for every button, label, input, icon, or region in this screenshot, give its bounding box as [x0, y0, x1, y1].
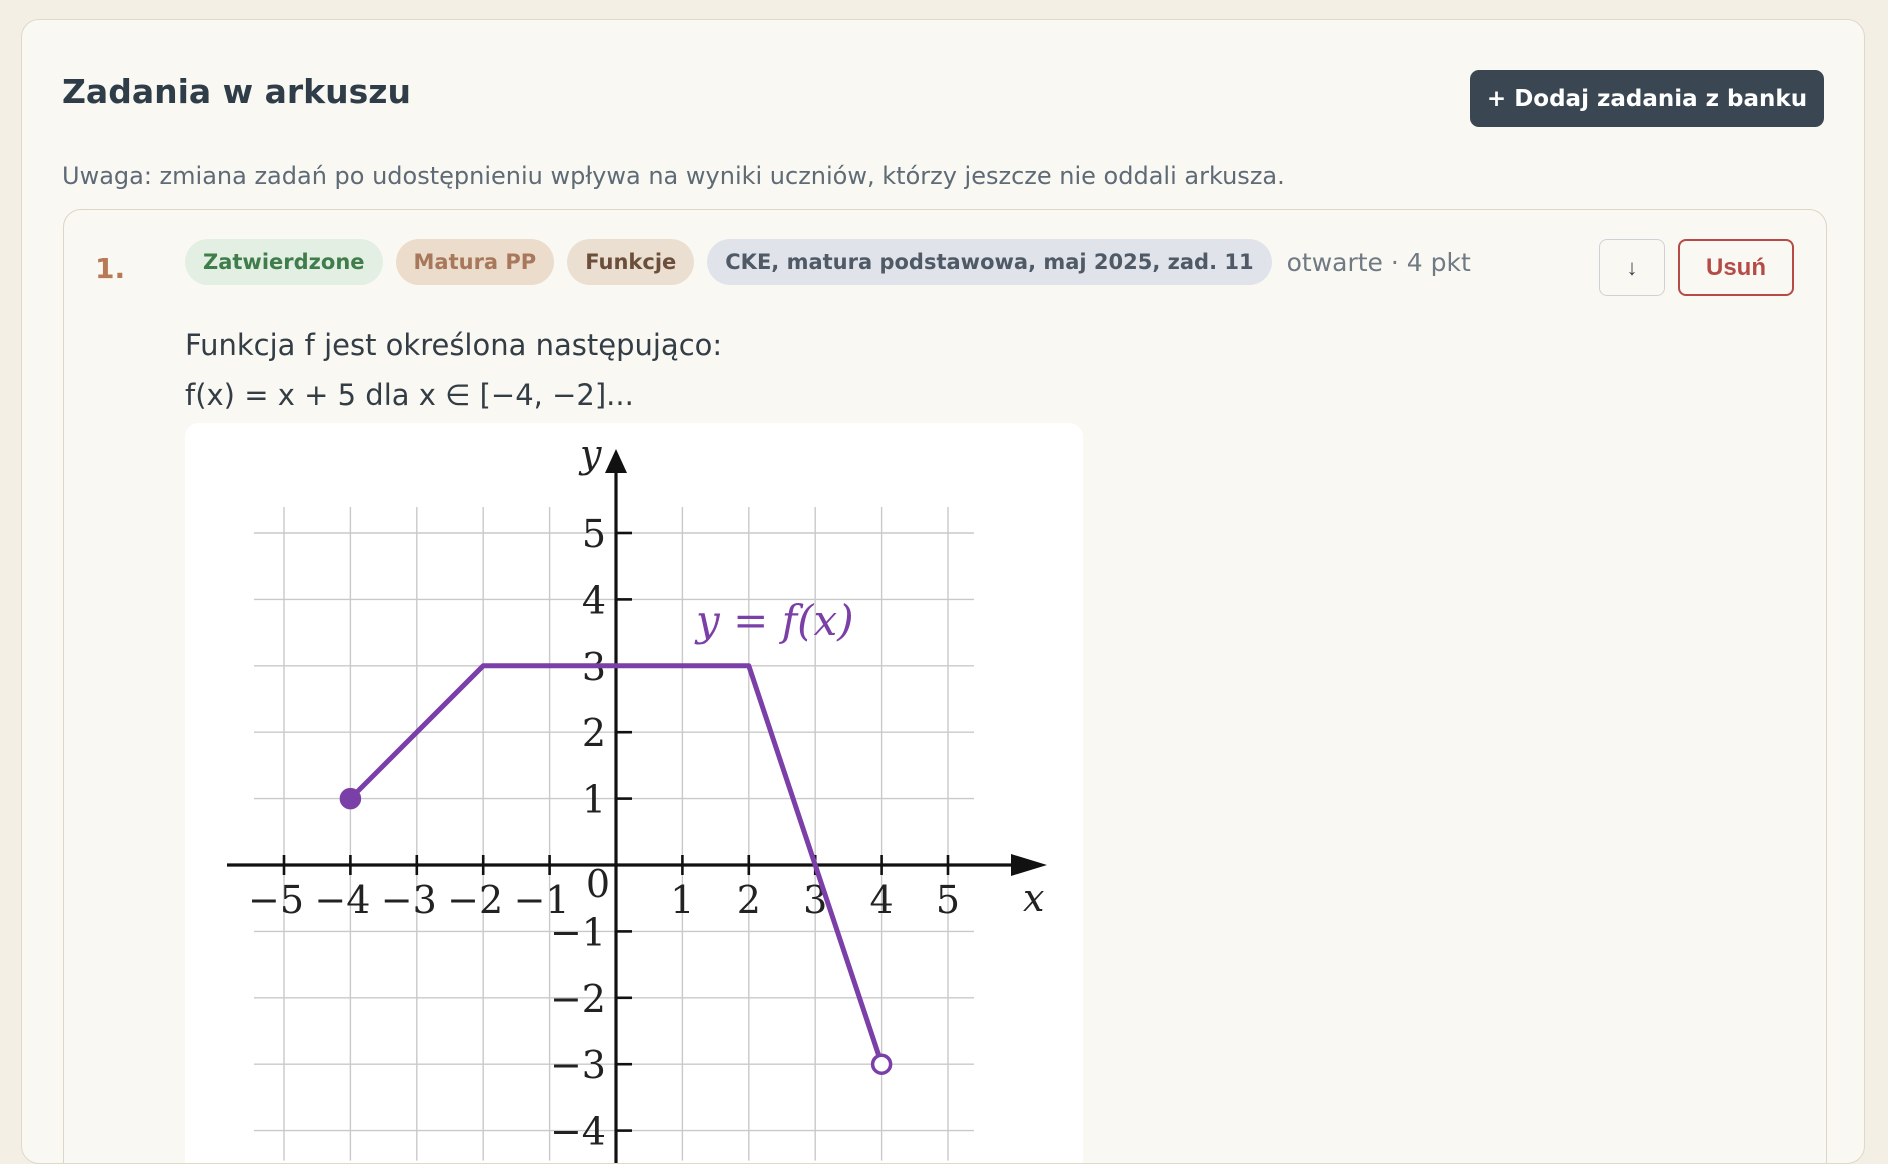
- add-from-bank-button[interactable]: + Dodaj zadania z banku: [1470, 70, 1824, 127]
- y-axis-label: y: [578, 432, 602, 476]
- arrow-down-icon: ↓: [1626, 254, 1638, 280]
- open-endpoint: [870, 1053, 893, 1075]
- question-line-2: f(x) = x + 5 dla x ∈ [−4, −2]...: [185, 378, 634, 412]
- x-tick-label: −5: [248, 878, 304, 922]
- task-meta: otwarte · 4 pkt: [1286, 247, 1471, 277]
- y-tick-label: 1: [582, 778, 606, 822]
- move-down-button[interactable]: ↓: [1599, 239, 1665, 296]
- y-tick-label: −4: [550, 1110, 606, 1154]
- x-axis-arrow: [1011, 854, 1047, 876]
- worksheet-tasks-card: Zadania w arkuszu + Dodaj zadania z bank…: [21, 19, 1865, 1164]
- task-question: Funkcja f jest określona następująco: f(…: [185, 320, 722, 420]
- function-graph-figure: −5 −4 −3 −2 −1 1 2 3 4 5 5 4 3 2 1 −1 −2 −3 −4 0 x y y = f(x): [185, 423, 1083, 1163]
- task-number: 1.: [95, 252, 126, 285]
- x-tick-label: 2: [737, 878, 761, 922]
- y-tick-label: −1: [550, 910, 606, 954]
- section-header: Zadania w arkuszu + Dodaj zadania z bank…: [62, 70, 1824, 130]
- section-title: Zadania w arkuszu: [62, 72, 411, 111]
- x-axis-label: x: [1023, 876, 1044, 920]
- source-tag: CKE, matura podstawowa, maj 2025, zad. 1…: [707, 239, 1272, 285]
- y-tick-label: −3: [550, 1043, 606, 1087]
- x-tick-label: −2: [447, 878, 503, 922]
- y-tick-label: 2: [582, 711, 606, 755]
- task-tags: Zatwierdzone Matura PP Funkcje CKE, matu…: [185, 239, 1471, 285]
- origin-label: 0: [586, 862, 610, 906]
- function-label: y = f(x): [694, 596, 854, 645]
- y-tick-label: 5: [582, 512, 606, 556]
- x-tick-label: 5: [936, 878, 960, 922]
- x-tick-label: −3: [381, 878, 437, 922]
- task-item: 1. Zatwierdzone Matura PP Funkcje CKE, m…: [63, 209, 1827, 1163]
- x-tick-label: 1: [670, 878, 694, 922]
- warning-note: Uwaga: zmiana zadań po udostępnieniu wpł…: [62, 162, 1285, 190]
- topic-tag: Funkcje: [567, 239, 695, 285]
- question-line-1: Funkcja f jest określona następująco:: [185, 328, 723, 362]
- y-tick-label: 4: [582, 578, 606, 622]
- x-tick-label: −4: [314, 878, 370, 922]
- closed-endpoint: [339, 787, 362, 810]
- x-tick-label: 4: [870, 878, 894, 922]
- y-axis-arrow: [605, 449, 627, 473]
- function-graph: −5 −4 −3 −2 −1 1 2 3 4 554321−1−2−3−40 xyy = f(x): [227, 432, 1047, 1163]
- y-tick-label: −2: [550, 977, 606, 1021]
- exam-tag: Matura PP: [395, 239, 555, 285]
- status-badge: Zatwierdzone: [185, 239, 383, 285]
- delete-task-button[interactable]: Usuń: [1678, 239, 1794, 296]
